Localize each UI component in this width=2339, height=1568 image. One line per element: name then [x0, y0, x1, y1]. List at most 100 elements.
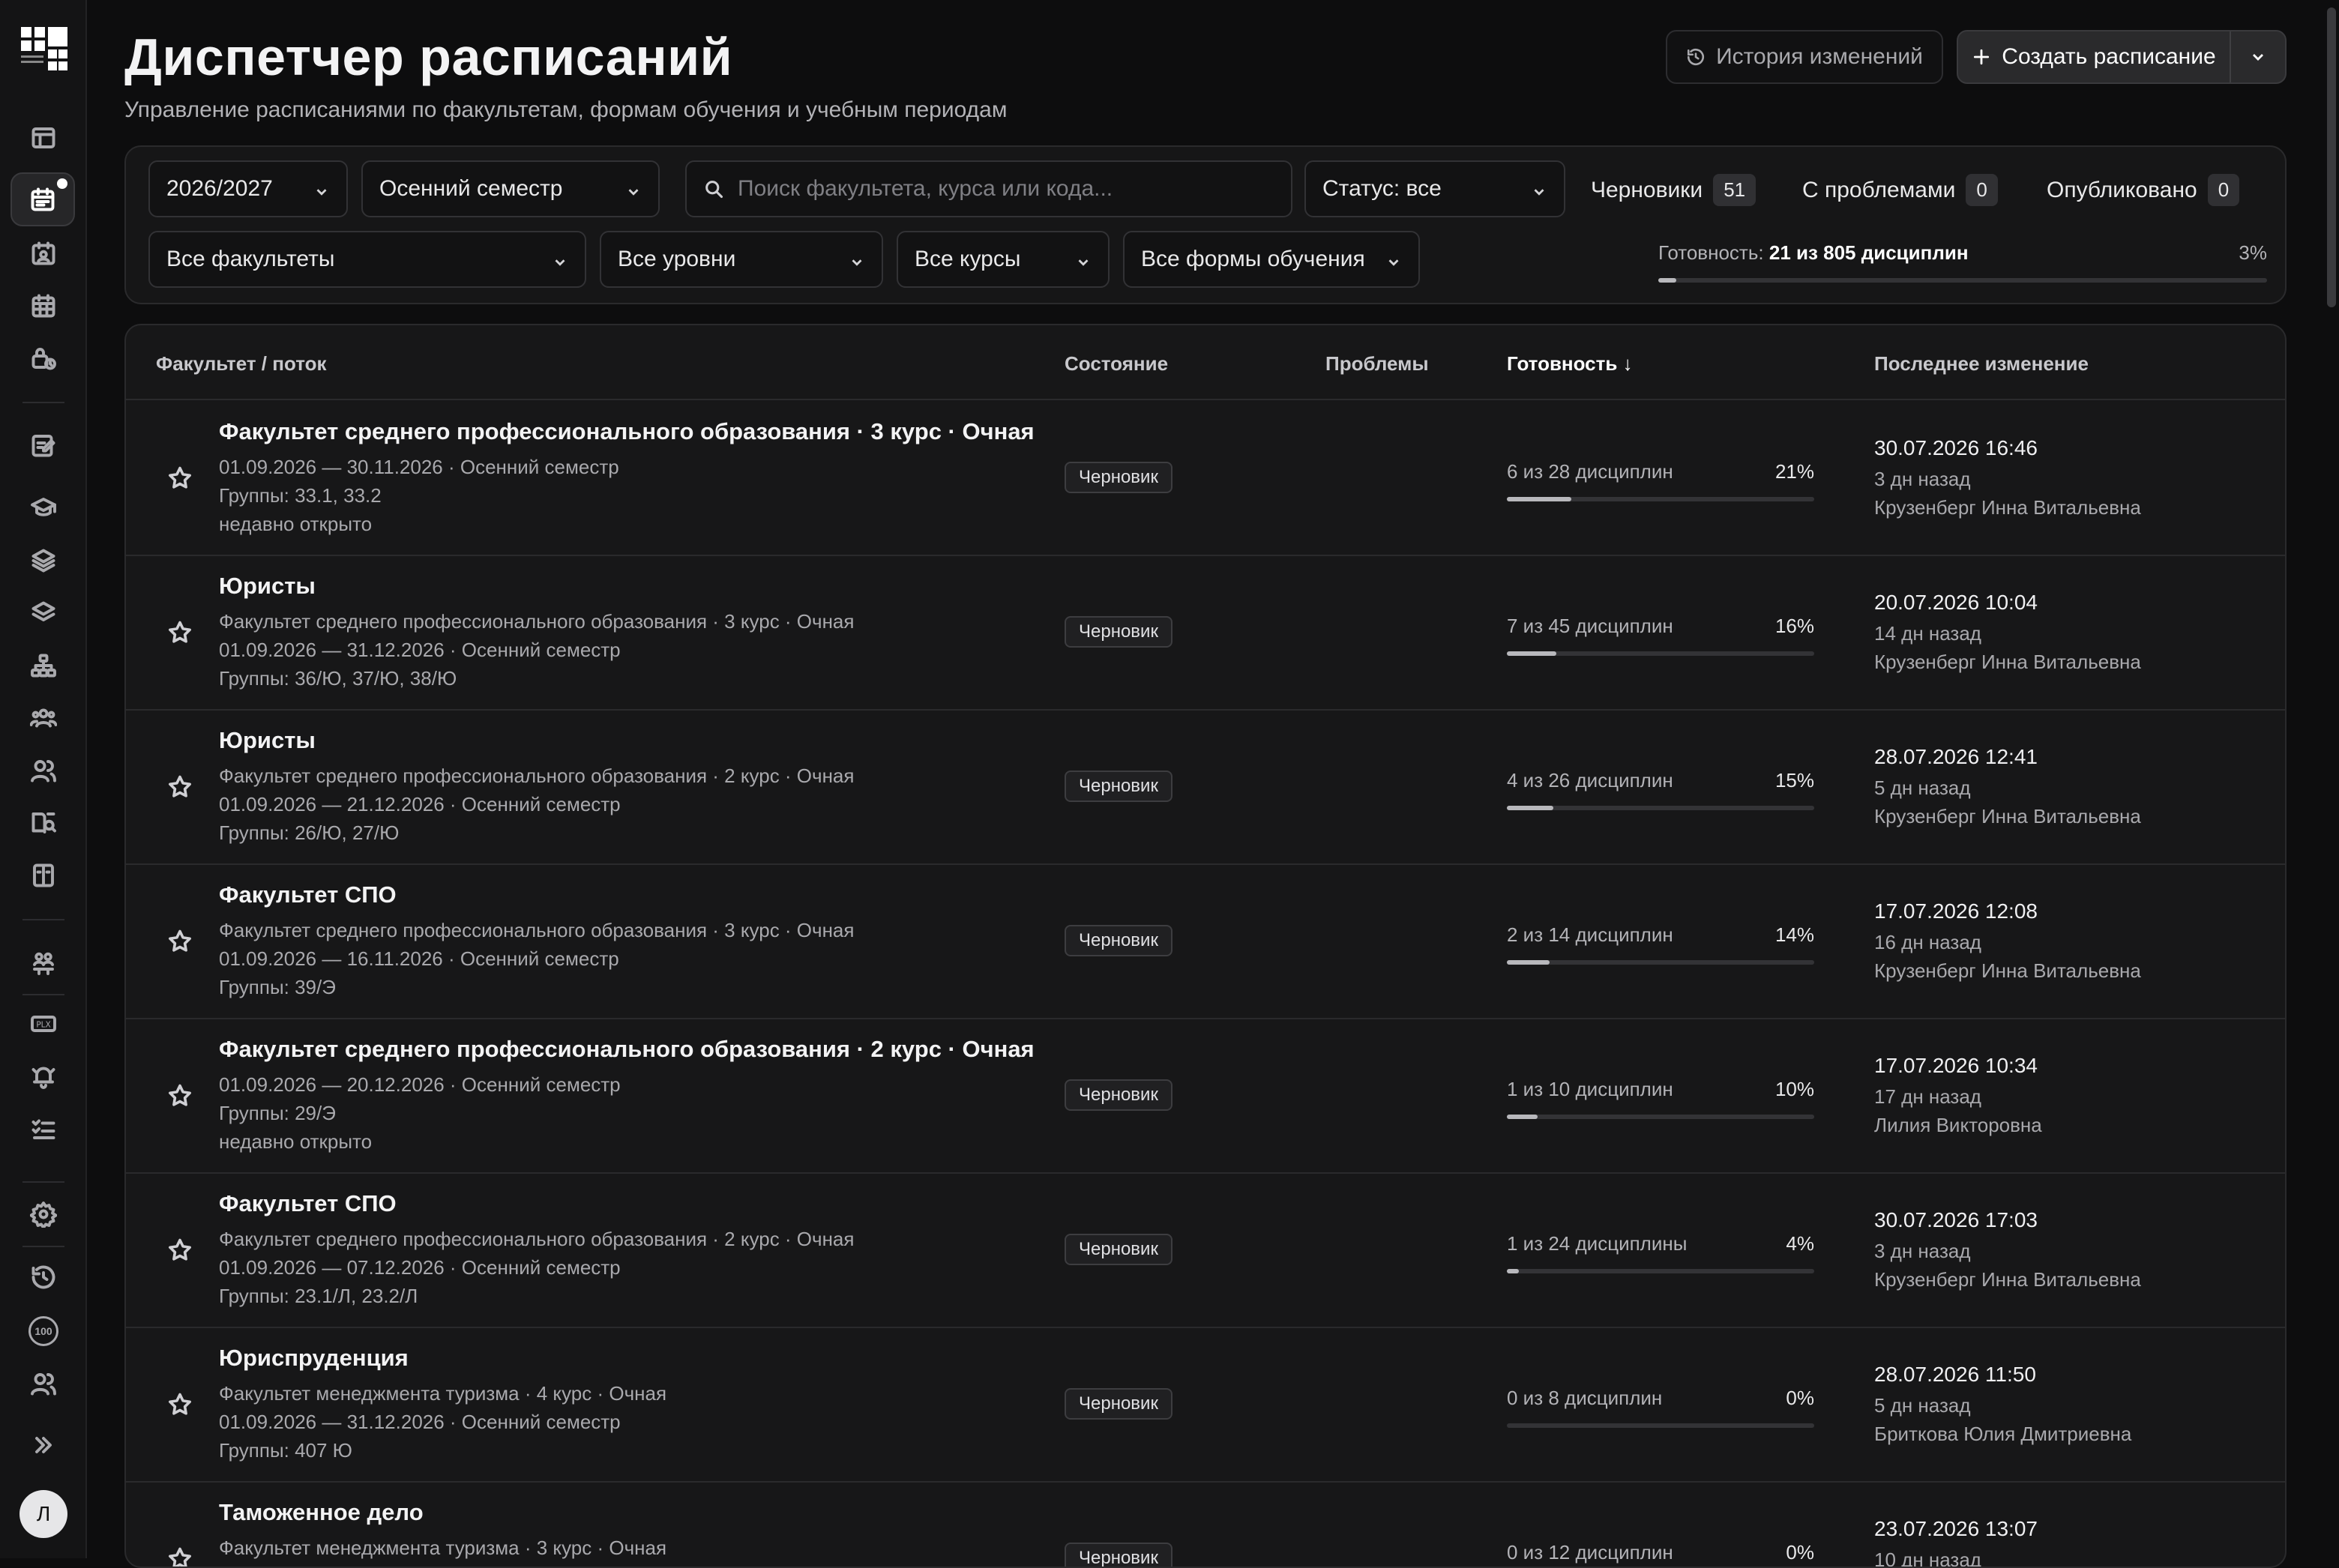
chevron-down-icon	[313, 181, 330, 197]
scrollbar-thumb[interactable]	[2327, 7, 2336, 307]
readiness-progress-bar	[1658, 278, 2267, 283]
drafts-counter[interactable]: Черновики 51	[1591, 174, 1756, 206]
table-row[interactable]: Факультет среднего профессионального обр…	[126, 402, 2285, 556]
status-badge: Черновик	[1065, 925, 1172, 956]
group-icon[interactable]	[25, 700, 61, 736]
search-icon	[705, 181, 723, 199]
chevron-down-icon	[1075, 251, 1092, 268]
column-readiness[interactable]: Готовность ↓	[1507, 352, 1633, 376]
table-row[interactable]: Факультет СПО Факультет среднего професси…	[126, 865, 2285, 1019]
history-button[interactable]: История изменений	[1666, 30, 1943, 84]
row-title: Юристы	[219, 573, 316, 599]
column-faculty[interactable]: Факультет / поток	[156, 352, 326, 376]
course-select[interactable]: Все курсы	[897, 231, 1110, 288]
badge-100-icon[interactable]: 100	[28, 1316, 58, 1346]
table-row[interactable]: Факультет СПО Факультет среднего професси…	[126, 1174, 2285, 1328]
star-icon[interactable]	[166, 619, 193, 646]
table-row[interactable]: Юристы Факультет среднего профессионально…	[126, 556, 2285, 711]
expand-sidebar-icon[interactable]	[25, 1427, 61, 1463]
star-icon[interactable]	[166, 1546, 193, 1567]
book-search-icon[interactable]	[25, 805, 61, 841]
year-select-value: 2026/2027	[166, 176, 273, 201]
study-form-select[interactable]: Все формы обучения	[1123, 231, 1420, 288]
row-progress-text: 6 из 28 дисциплин	[1507, 460, 1673, 483]
problems-label: С проблемами	[1802, 177, 1956, 202]
sidebar-separator	[22, 402, 64, 403]
calendar-schedule-icon[interactable]	[10, 172, 75, 226]
row-detail: 01.09.2026 — 21.12.2026 · Осенний семест…	[219, 793, 621, 815]
schedules-table: Факультет / поток Состояние Проблемы Гот…	[124, 324, 2287, 1568]
create-schedule-button[interactable]: Создать расписание	[1958, 31, 2230, 82]
history-icon[interactable]	[25, 1259, 61, 1295]
lock-clock-icon[interactable]	[25, 340, 61, 376]
star-icon[interactable]	[166, 1391, 193, 1418]
readiness-progress-fill	[1658, 278, 1677, 283]
table-header: Факультет / поток Состояние Проблемы Гот…	[126, 325, 2285, 400]
status-badge: Черновик	[1065, 771, 1172, 802]
column-last-change[interactable]: Последнее изменение	[1874, 352, 2089, 376]
row-detail: 01.09.2026 — 07.12.2026 · Осенний семест…	[219, 1256, 621, 1279]
book-icon[interactable]	[25, 857, 61, 893]
status-select[interactable]: Статус: все	[1304, 160, 1565, 217]
search-input[interactable]: Поиск факультета, курса или кода...	[685, 160, 1292, 217]
bell-ring-icon[interactable]	[25, 1058, 61, 1094]
calendar-grid-icon[interactable]	[25, 288, 61, 324]
avatar[interactable]: Л	[19, 1490, 67, 1538]
table-row[interactable]: Юриспруденция Факультет менеджмента туриз…	[126, 1328, 2285, 1483]
people-grid-icon[interactable]	[25, 944, 61, 980]
create-options-dropdown[interactable]	[2230, 31, 2285, 82]
semester-select[interactable]: Осенний семестр	[361, 160, 660, 217]
year-select[interactable]: 2026/2027	[148, 160, 348, 217]
users-icon[interactable]	[25, 753, 61, 788]
stack-icon[interactable]	[25, 595, 61, 631]
last-change-ago: 3 дн назад	[1874, 1240, 1971, 1262]
published-counter[interactable]: Опубликовано 0	[2047, 174, 2240, 206]
last-change-date: 30.07.2026 17:03	[1874, 1208, 2038, 1231]
team-icon[interactable]	[25, 1366, 61, 1402]
last-change-date: 30.07.2026 16:46	[1874, 436, 2038, 459]
row-detail: Факультет среднего профессионального обр…	[219, 1228, 855, 1250]
app-logo[interactable]	[19, 25, 69, 75]
calendar-user-icon[interactable]	[25, 235, 61, 271]
checklist-icon[interactable]	[25, 1111, 61, 1147]
row-detail: 01.09.2026 — 20.12.2026 · Осенний семест…	[219, 1073, 621, 1096]
last-change-ago: 14 дн назад	[1874, 622, 1981, 645]
gear-icon[interactable]	[25, 1196, 61, 1232]
problems-count-badge: 0	[1966, 174, 1998, 206]
row-progress-percent: 0%	[1786, 1387, 1814, 1409]
star-icon[interactable]	[166, 1082, 193, 1109]
overall-readiness: Готовность: 21 из 805 дисциплин 3%	[1658, 241, 2267, 283]
level-select[interactable]: Все уровни	[600, 231, 883, 288]
hierarchy-icon[interactable]	[25, 648, 61, 684]
sidebar-separator	[22, 1181, 64, 1183]
plx-icon[interactable]: PLX	[25, 1006, 61, 1042]
last-change-ago: 5 дн назад	[1874, 777, 1971, 799]
last-change-ago: 5 дн назад	[1874, 1394, 1971, 1417]
last-change-date: 17.07.2026 10:34	[1874, 1054, 2038, 1077]
star-icon[interactable]	[166, 1237, 193, 1264]
table-row[interactable]: Юристы Факультет среднего профессионально…	[126, 711, 2285, 865]
last-change-author: Лилия Викторовна	[1874, 1114, 2042, 1136]
graduation-cap-icon[interactable]	[25, 490, 61, 526]
table-row[interactable]: Таможенное дело Факультет менеджмента тур…	[126, 1483, 2285, 1567]
row-detail: недавно открыто	[219, 1130, 373, 1153]
star-icon[interactable]	[166, 465, 193, 492]
layers-icon[interactable]	[25, 543, 61, 579]
table-row[interactable]: Факультет среднего профессионального обр…	[126, 1019, 2285, 1174]
last-change-date: 23.07.2026 13:07	[1874, 1517, 2038, 1540]
star-icon[interactable]	[166, 928, 193, 955]
drafts-label: Черновики	[1591, 177, 1703, 202]
row-detail: Факультет среднего профессионального обр…	[219, 765, 855, 787]
faculty-select[interactable]: Все факультеты	[148, 231, 586, 288]
problems-counter[interactable]: С проблемами 0	[1802, 174, 1998, 206]
column-state[interactable]: Состояние	[1065, 352, 1168, 376]
last-change-ago: 3 дн назад	[1874, 468, 1971, 490]
edit-note-icon[interactable]	[25, 427, 61, 463]
sidebar: PLX 100 Л	[0, 0, 87, 1558]
column-problems[interactable]: Проблемы	[1325, 352, 1429, 376]
star-icon[interactable]	[166, 774, 193, 800]
last-change-date: 28.07.2026 12:41	[1874, 745, 2038, 768]
row-detail: 01.09.2026 — 16.11.2026 · Осенний семест…	[219, 947, 619, 970]
row-detail: Группы: 29/Э	[219, 1102, 336, 1124]
layout-icon[interactable]	[25, 120, 61, 156]
